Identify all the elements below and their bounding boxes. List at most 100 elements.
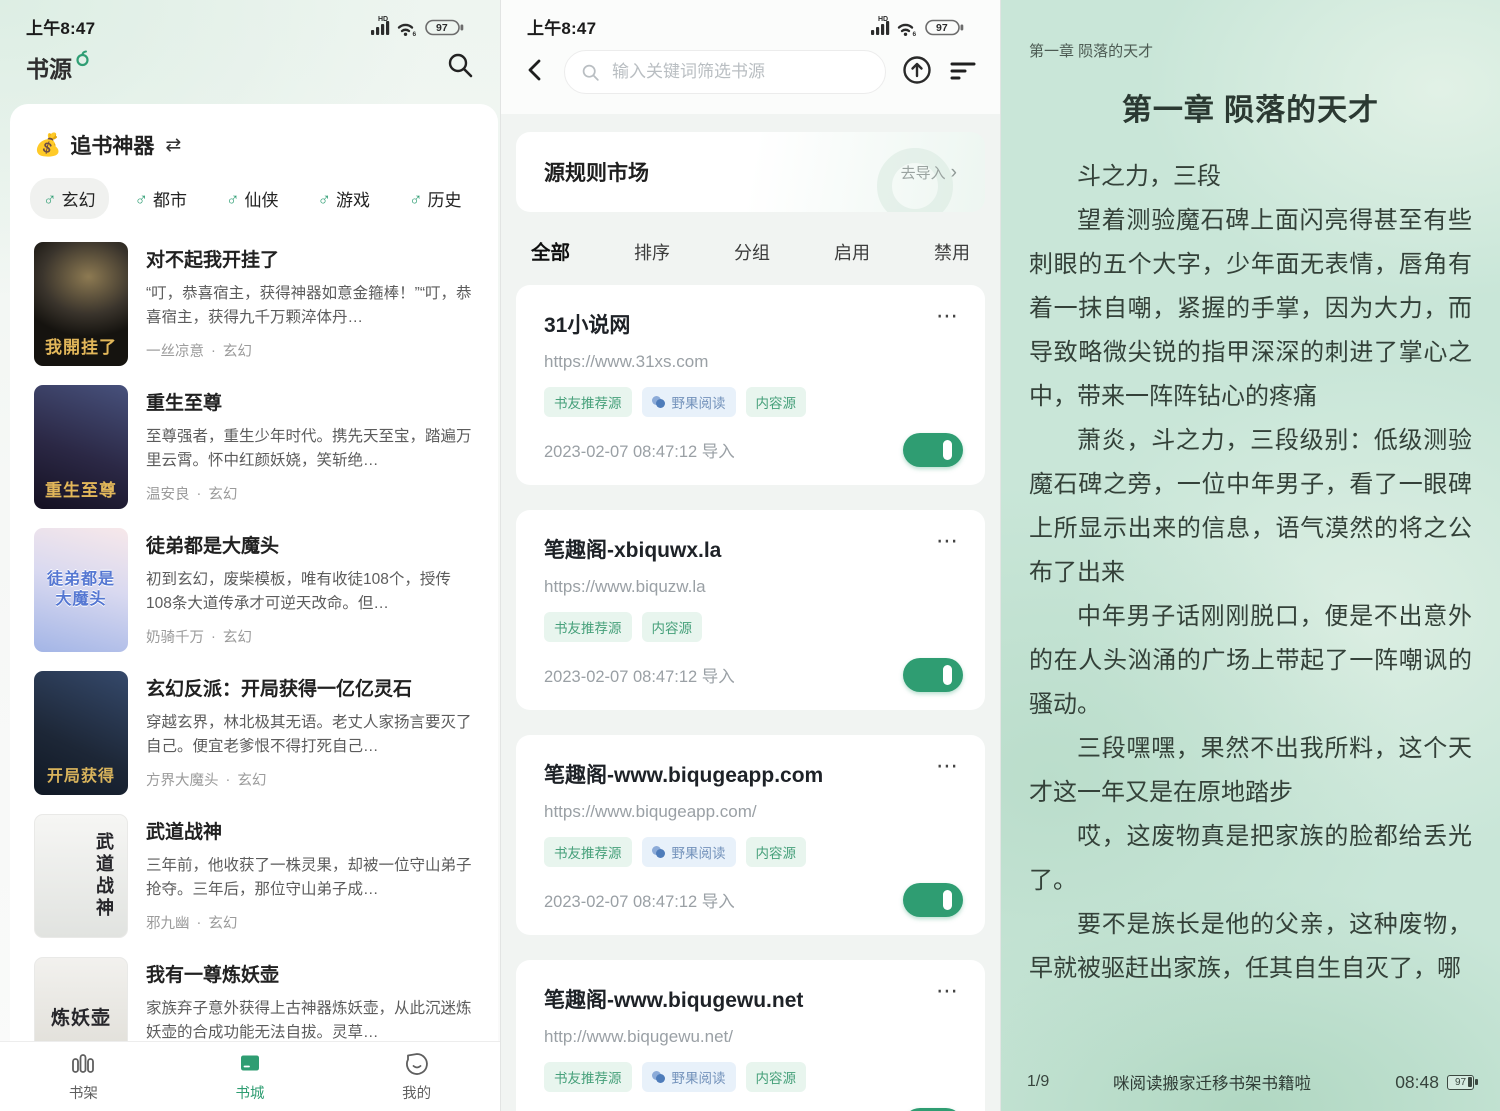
svg-text:97: 97 [436,22,448,34]
source-card[interactable]: 笔趣阁-xbiquwx.la ⋯ https://www.biquzw.la 书… [516,510,985,710]
source-tag: 内容源 [746,837,807,867]
book-info: 重生至尊 至尊强者，重生少年时代。携先天至宝，踏遍万里云霄。怀中红颜妖娆，笑斩绝… [146,385,476,509]
more-menu-icon[interactable]: ⋯ [936,530,959,552]
tab-bookshelf[interactable]: 书架 [0,1042,167,1111]
filter-tab[interactable]: 全部 [531,236,570,265]
source-search-input[interactable] [610,61,869,83]
source-tag-label: 内容源 [652,617,693,637]
source-url: https://www.biquzw.la [544,577,957,597]
source-tag-label: 内容源 [756,1067,797,1087]
source-name: 笔趣阁-www.biqugewu.net [544,984,924,1014]
search-icon[interactable] [446,51,474,84]
book-author: 邪九幽 [146,912,190,933]
paragraph: 哎，这废物真是把家族的脸都给丢光了。 [1029,815,1472,903]
source-search-field[interactable] [564,50,886,94]
source-footer: 2023-02-07 08:47:12 导入 [544,433,963,467]
enable-toggle[interactable] [903,883,963,917]
tab-mine[interactable]: 我的 [333,1042,500,1111]
source-card[interactable]: 31小说网 ⋯ https://www.31xs.com 书友推荐源 野果阅读 [516,285,985,485]
go-import-label: 去导入 [901,162,946,183]
book-author-genre: 一丝凉意 · 玄幻 [146,340,476,361]
money-bag-icon: 💰 [34,134,61,156]
toggle-thumb [943,665,952,685]
book-author: 一丝凉意 [146,340,204,361]
male-icon: ♂ [226,190,240,208]
reading-area[interactable]: 斗之力，三段望着测验魔石碑上面闪亮得甚至有些刺眼的五个大字，少年面无表情，唇角有… [1029,155,1472,1035]
filter-tab[interactable]: 排序 [634,239,670,265]
import-upload-button[interactable] [901,54,933,91]
source-name: 笔趣阁-www.biqugeapp.com [544,759,924,789]
book-title: 对不起我开挂了 [146,245,476,272]
yeguo-reader-icon [652,846,666,858]
category-chip[interactable]: ♂ 游戏 [305,178,384,219]
category-chip[interactable]: ♂ 玄幻 [30,178,109,219]
book-cover-title: 徒弟都是大魔头 [42,570,120,610]
swap-source-icon[interactable]: ⇄ [165,134,181,157]
tab-label: 我的 [402,1082,431,1103]
book-list-item[interactable]: 重生至尊 重生至尊 至尊强者，重生少年时代。携先天至宝，踏遍万里云霄。怀中红颜妖… [10,376,498,519]
book-title: 玄幻反派：开局获得一亿亿灵石 [146,674,476,701]
book-info: 徒弟都是大魔头 初到玄幻，废柴模板，唯有收徒108个，授传108条大道传承才可逆… [146,528,476,652]
book-cover: 徒弟都是大魔头 [34,528,128,652]
bookshelf-icon [70,1051,96,1077]
source-tag: 书友推荐源 [544,837,632,867]
category-label: 游戏 [336,186,370,211]
book-author-genre: 邪九幽 · 玄幻 [146,912,476,933]
toggle-thumb [943,890,952,910]
male-icon: ♂ [318,190,332,208]
paragraph: 望着测验魔石碑上面闪亮得甚至有些刺眼的五个大字，少年面无表情，唇角有着一抹自嘲，… [1029,199,1472,419]
book-list-item[interactable]: 我開挂了 对不起我开挂了 “叮，恭喜宿主，获得神器如意金箍棒！”“叮，恭喜宿主，… [10,233,498,376]
dot-separator: · [211,629,216,645]
category-chip[interactable]: ♂ 历史 [396,178,475,219]
book-list-item[interactable]: 武道战神 武道战神 三年前，他收获了一株灵果，却被一位守山弟子抢夺。三年后，那位… [10,805,498,948]
source-tag-label: 书友推荐源 [554,842,622,862]
tab-label: 书城 [236,1082,265,1103]
male-icon: ♂ [135,190,149,208]
category-chip[interactable]: ♂ 都市 [122,178,201,219]
filter-tab[interactable]: 分组 [734,239,770,265]
chapter-title: 第一章 陨落的天才 [1029,85,1472,129]
book-list-item[interactable]: 徒弟都是大魔头 徒弟都是大魔头 初到玄幻，废柴模板，唯有收徒108个，授传108… [10,519,498,662]
book-cover: 武道战神 [34,814,128,938]
source-card[interactable]: 笔趣阁-www.biqugeapp.com ⋯ https://www.biqu… [516,735,985,935]
source-url: https://www.31xs.com [544,352,957,372]
filter-tab[interactable]: 启用 [834,239,870,265]
source-tag-label: 书友推荐源 [554,392,622,412]
category-chip[interactable]: ♂ 仙侠 [213,178,292,219]
status-icons: HD 6 97 [870,14,974,38]
more-menu-icon[interactable]: ⋯ [936,980,959,1002]
source-card[interactable]: 笔趣阁-www.biqugewu.net ⋯ http://www.biquge… [516,960,985,1111]
status-time: 上午8:47 [26,14,95,39]
toggle-thumb [943,440,952,460]
paragraph: 要不是族长是他的父亲，这种废物，早就被驱赶出家族，任其自生自灭了，哪 [1029,903,1472,991]
source-tag-row: 书友推荐源 野果阅读 内容源 [544,387,957,417]
source-tag-label: 内容源 [756,842,797,862]
three-screen-composite: 上午8:47 HD 6 97 [0,0,1500,1111]
filter-tab[interactable]: 禁用 [934,239,970,265]
source-url: https://www.biqugeapp.com/ [544,802,957,822]
back-button[interactable] [523,57,549,88]
screen-source-manager: 上午8:47 HD 6 97 [500,0,1000,1111]
book-description: “叮，恭喜宿主，获得神器如意金箍棒！”“叮，恭喜宿主，获得九千万颗淬体丹… [146,282,476,330]
enable-toggle[interactable] [903,658,963,692]
tab-bookstore[interactable]: 书城 [167,1042,334,1111]
rule-market-banner[interactable]: 源规则市场 去导入 › [516,132,985,212]
male-icon: ♂ [409,190,423,208]
sort-filter-button[interactable] [948,57,978,88]
more-menu-icon[interactable]: ⋯ [936,755,959,777]
tab-label: 书架 [69,1082,98,1103]
reader-clock: 08:48 97 [1395,1072,1474,1093]
yeguo-reader-icon [652,396,666,408]
go-import-link[interactable]: 去导入 › [901,162,957,183]
book-list-item[interactable]: 开局获得 玄幻反派：开局获得一亿亿灵石 穿越玄界，林北极其无语。老丈人家扬言要灭… [10,662,498,805]
book-title: 我有一尊炼妖壶 [146,960,476,987]
more-menu-icon[interactable]: ⋯ [936,305,959,327]
book-genre: 玄幻 [208,912,237,933]
paragraph: 三段嘿嘿，果然不出我所料，这个天才这一年又是在原地踏步 [1029,727,1472,815]
enable-toggle[interactable] [903,433,963,467]
battery-icon: 97 [1447,1075,1474,1090]
promo-row[interactable]: 💰 追书神器 ⇄ [10,122,498,176]
reader-footer: 1/9 咪阅读搬家迁移书架书籍啦 08:48 97 [1001,1053,1500,1111]
chapter-breadcrumb: 第一章 陨落的天才 [1029,0,1472,61]
page-title-text: 书源 [26,50,72,84]
